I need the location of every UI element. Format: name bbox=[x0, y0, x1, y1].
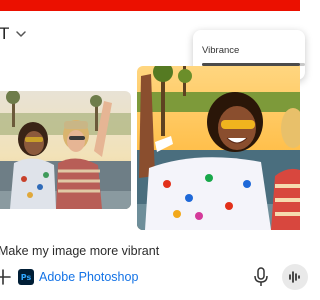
original-image[interactable] bbox=[0, 91, 131, 209]
audio-wave-icon[interactable] bbox=[282, 264, 308, 290]
chevron-down-icon[interactable] bbox=[14, 27, 28, 41]
photoshop-icon: Ps bbox=[18, 269, 34, 285]
top-accent-bar bbox=[0, 0, 300, 11]
prompt-text: Make my image more vibrant bbox=[0, 244, 160, 258]
title-dropdown[interactable]: T bbox=[0, 22, 28, 46]
composer-toolbar: Ps Adobe Photoshop bbox=[0, 264, 308, 290]
photoshop-icon-text: Ps bbox=[20, 272, 32, 282]
app-chip-photoshop[interactable]: Ps Adobe Photoshop bbox=[18, 268, 138, 286]
title-text: T bbox=[0, 24, 10, 43]
app-name: Adobe Photoshop bbox=[39, 270, 139, 284]
plus-icon[interactable] bbox=[0, 266, 12, 288]
vibrance-label: Vibrance bbox=[202, 45, 240, 56]
enhanced-image[interactable] bbox=[137, 66, 300, 230]
microphone-icon[interactable] bbox=[252, 267, 270, 287]
